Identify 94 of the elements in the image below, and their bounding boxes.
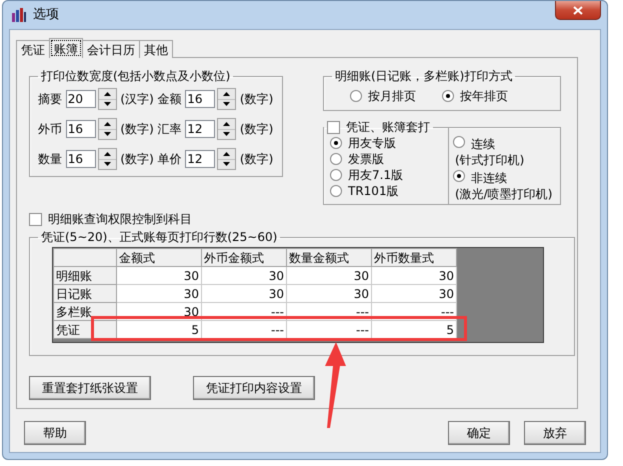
radio-note: (激光/喷墨打印机) <box>455 186 552 202</box>
group-title: 凭证(5~20)、正式账每页打印行数(25~60) <box>40 229 278 245</box>
row-header: 明细账 <box>54 266 116 284</box>
radio-label: 连续 <box>471 136 496 152</box>
number-field[interactable]: 12 <box>185 120 216 138</box>
dialog-button[interactable]: 确定 <box>448 421 510 445</box>
radio-button[interactable] <box>330 153 342 165</box>
table-cell[interactable]: --- <box>202 302 286 320</box>
radio-note: (针式打印机) <box>455 152 524 168</box>
tab[interactable]: 其他 <box>139 40 173 58</box>
radio-label: 用友专版 <box>348 135 396 151</box>
up-arrow-icon <box>104 152 111 156</box>
table-cell[interactable]: 30 <box>116 266 202 284</box>
radio-button[interactable] <box>453 136 465 148</box>
action-button[interactable]: 重置套打纸张设置 <box>29 376 151 400</box>
checkbox-label: 明细账查询权限控制到科目 <box>48 211 192 227</box>
down-arrow-icon <box>104 102 111 106</box>
unit-label: (数字) <box>120 151 154 167</box>
unit-label: (数字) <box>240 151 274 167</box>
radio-label: 按月排页 <box>368 88 416 104</box>
radio-label: 发票版 <box>348 151 384 167</box>
table-cell[interactable]: 30 <box>202 266 286 284</box>
group-title: 打印位数宽度(包括小数点及小数位) <box>40 68 232 84</box>
field-label: 摘要 <box>38 91 63 107</box>
unit-label: (汉字) <box>120 91 154 107</box>
radio-label: 按年排页 <box>460 88 508 104</box>
number-field[interactable]: 16 <box>66 150 96 168</box>
checkbox[interactable] <box>327 120 340 134</box>
number-field[interactable]: 16 <box>185 90 216 108</box>
radio-button[interactable] <box>330 169 342 181</box>
down-arrow-icon <box>223 102 230 106</box>
tab[interactable]: 会计日历 <box>82 40 140 58</box>
tab[interactable]: 凭证 <box>16 40 50 58</box>
unit-label: (数字) <box>240 121 274 137</box>
close-button[interactable] <box>555 1 601 20</box>
unit-label: (数字) <box>120 121 154 137</box>
radio-label: TR101版 <box>348 183 399 199</box>
down-arrow-icon <box>223 162 230 166</box>
table-cell[interactable]: 30 <box>286 284 372 302</box>
tab[interactable]: 账簿 <box>49 38 83 58</box>
table-cell[interactable]: --- <box>286 302 372 320</box>
radio-button[interactable] <box>453 170 465 182</box>
action-button[interactable]: 凭证打印内容设置 <box>193 376 315 400</box>
field-label: 数量 <box>38 151 63 167</box>
window-title: 选项 <box>33 7 59 23</box>
table-cell[interactable]: 30 <box>372 284 456 302</box>
up-arrow-icon <box>104 92 111 96</box>
column-header: 外币数量式 <box>372 248 456 266</box>
spinner-button[interactable] <box>98 88 117 110</box>
spinner-button[interactable] <box>217 118 236 140</box>
table-cell[interactable]: 30 <box>286 266 372 284</box>
row-header: 凭证 <box>54 320 116 338</box>
table-cell[interactable]: 30 <box>202 284 286 302</box>
dialog-button[interactable]: 放弃 <box>524 421 586 445</box>
table-cell[interactable]: 30 <box>116 284 202 302</box>
field-label: 金额 <box>157 91 182 107</box>
radio-button[interactable] <box>442 90 454 102</box>
spinner-button[interactable] <box>217 148 236 170</box>
close-icon <box>573 6 583 14</box>
radio-button[interactable] <box>350 90 362 102</box>
field-label: 单价 <box>157 151 182 167</box>
group-title: 明细账(日记账，多栏账)打印方式 <box>334 68 514 84</box>
down-arrow-icon <box>104 162 111 166</box>
up-arrow-icon <box>223 152 230 156</box>
table-cell[interactable]: --- <box>372 302 456 320</box>
radio-button[interactable] <box>330 185 342 197</box>
field-label: 汇率 <box>157 121 182 137</box>
table-cell[interactable]: 30 <box>116 302 202 320</box>
down-arrow-icon <box>104 132 111 136</box>
field-label: 外币 <box>38 121 63 137</box>
checkbox[interactable] <box>29 212 42 226</box>
up-arrow-icon <box>223 92 230 96</box>
checkbox-label: 凭证、账簿套打 <box>346 119 430 135</box>
column-header: 数量金额式 <box>286 248 372 266</box>
spinner-button[interactable] <box>98 148 117 170</box>
column-header: 外币金额式 <box>202 248 286 266</box>
number-field[interactable]: 16 <box>66 120 96 138</box>
number-field[interactable]: 12 <box>185 150 216 168</box>
column-header: 金额式 <box>116 248 202 266</box>
spinner-button[interactable] <box>217 88 236 110</box>
up-arrow-icon <box>223 122 230 126</box>
spinner-button[interactable] <box>98 118 117 140</box>
row-header: 日记账 <box>54 284 116 302</box>
help-button[interactable]: 帮助 <box>24 421 86 445</box>
table-cell[interactable]: 30 <box>372 266 456 284</box>
books-icon <box>11 7 27 23</box>
radio-label: 非连续 <box>471 170 508 186</box>
number-field[interactable]: 20 <box>66 90 96 108</box>
unit-label: (数字) <box>240 91 274 107</box>
up-arrow-icon <box>104 122 111 126</box>
corner-cell <box>54 248 116 266</box>
radio-button[interactable] <box>330 137 342 149</box>
radio-label: 用友7.1版 <box>348 167 404 183</box>
down-arrow-icon <box>223 132 230 136</box>
